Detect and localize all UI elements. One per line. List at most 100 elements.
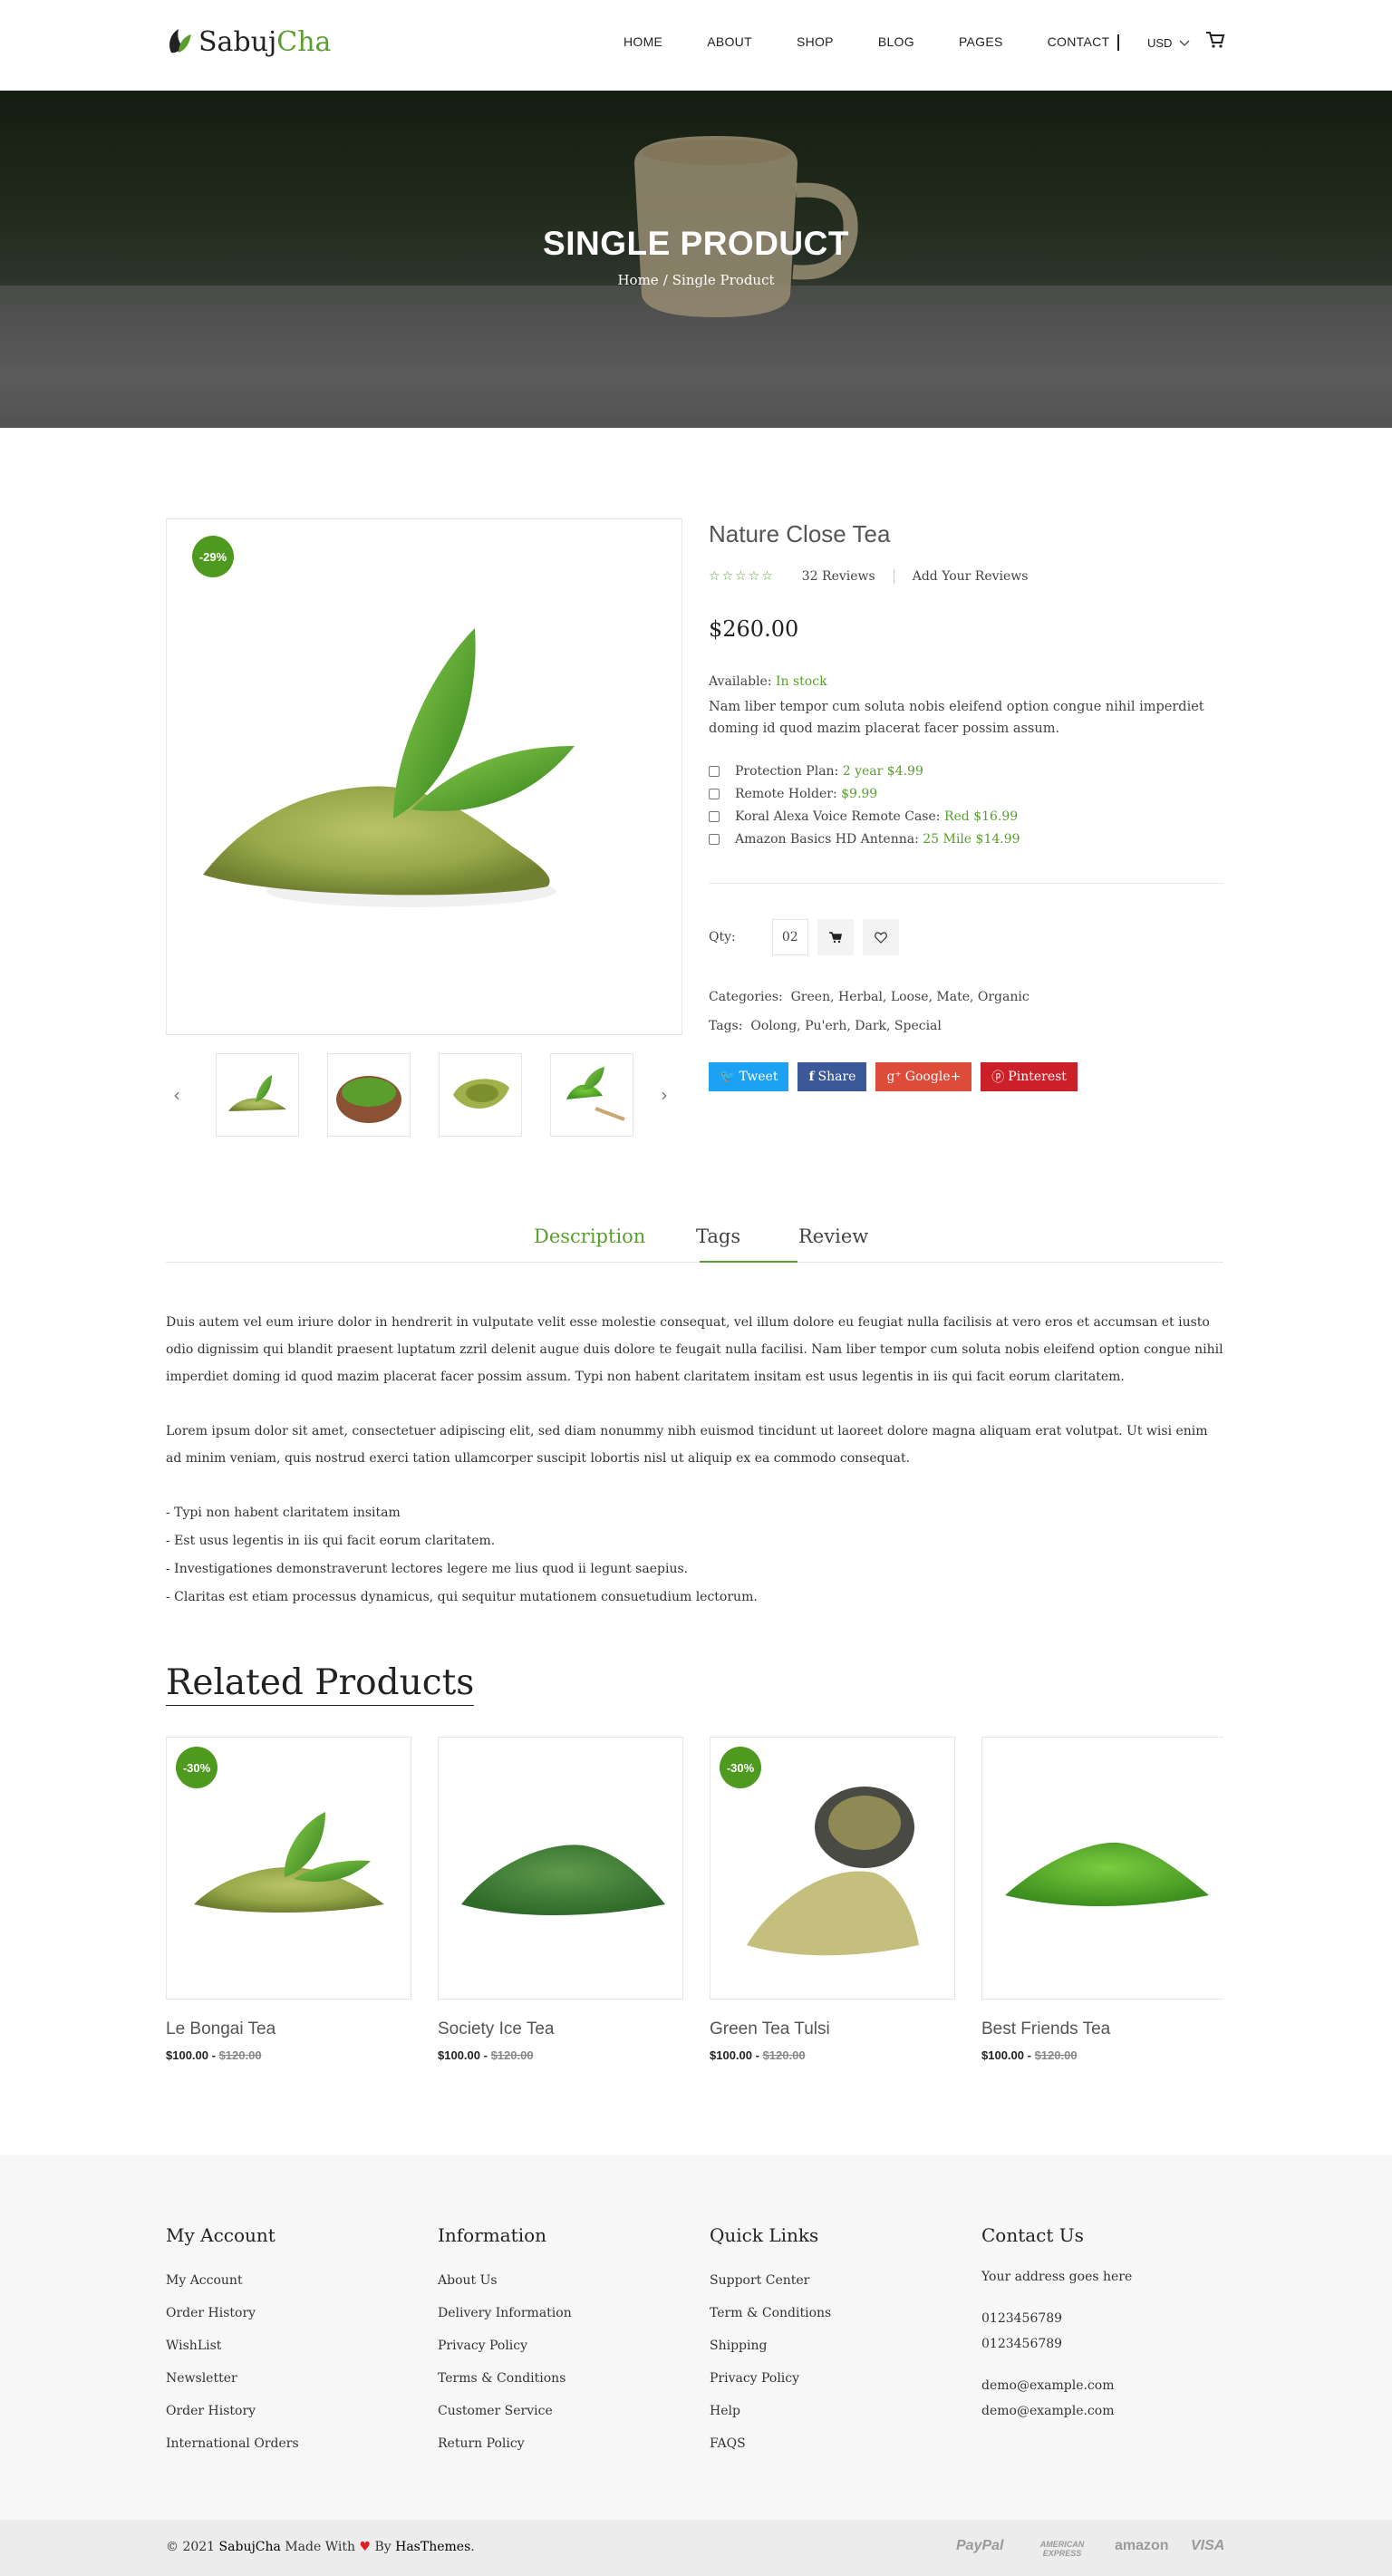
- footer-link[interactable]: Support Center: [710, 2264, 963, 2297]
- tags-links[interactable]: Oolong, Pu'erh, Dark, Special: [750, 1019, 942, 1033]
- description-panel: Duis autem vel eum iriure dolor in hendr…: [166, 1309, 1223, 1612]
- footer-link[interactable]: Newsletter: [166, 2362, 420, 2395]
- product-main-image[interactable]: -29%: [166, 518, 682, 1035]
- tab-description[interactable]: Description: [534, 1225, 645, 1247]
- nav-about[interactable]: ABOUT: [707, 34, 752, 49]
- option-remote-holder[interactable]: Remote Holder: $9.99: [709, 782, 1020, 805]
- product-card[interactable]: -30% Green Tea Tulsi $100.00 - $120.00: [710, 1737, 955, 2062]
- thumbnail-4[interactable]: [550, 1053, 633, 1137]
- contact-email[interactable]: demo@example.com: [981, 2398, 1235, 2424]
- footer-link[interactable]: WishList: [166, 2329, 420, 2362]
- option-protection-plan[interactable]: Protection Plan: 2 year $4.99: [709, 760, 1020, 782]
- footer-link[interactable]: FAQS: [710, 2427, 963, 2460]
- list-item: - Typi non habent claritatem insitam: [166, 1506, 401, 1520]
- copyright-brand-link[interactable]: SabujCha: [219, 2540, 281, 2554]
- checkbox[interactable]: [709, 765, 720, 777]
- availability-label: Available:: [709, 674, 772, 689]
- checkbox[interactable]: [709, 788, 720, 799]
- contact-phone: 0123456789: [981, 2337, 1063, 2351]
- categories-links[interactable]: Green, Herbal, Loose, Mate, Organic: [791, 990, 1030, 1004]
- cart-button[interactable]: [1205, 31, 1225, 53]
- product-info: Nature Close Tea ☆☆☆☆☆ 32 Reviews Add Yo…: [709, 518, 1223, 1091]
- checkbox[interactable]: [709, 833, 720, 845]
- product-card-name[interactable]: Society Ice Tea: [438, 2019, 683, 2039]
- thumbnail-2[interactable]: [327, 1053, 411, 1137]
- footer-link[interactable]: International Orders: [166, 2427, 420, 2460]
- footer-link[interactable]: About Us: [438, 2264, 691, 2297]
- footer-link[interactable]: Privacy Policy: [438, 2329, 691, 2362]
- company-link[interactable]: HasThemes: [395, 2540, 470, 2554]
- product-card-price: $100.00 - $120.00: [438, 2048, 534, 2062]
- checkbox[interactable]: [709, 810, 720, 822]
- option-remote-case[interactable]: Koral Alexa Voice Remote Case: Red $16.9…: [709, 805, 1020, 828]
- tags: Tags: Oolong, Pu'erh, Dark, Special: [709, 1019, 942, 1033]
- contact-address: Your address goes here: [981, 2270, 1133, 2284]
- description-list: - Typi non habent claritatem insitam - E…: [166, 1499, 1223, 1612]
- nav-home[interactable]: HOME: [624, 34, 662, 49]
- amazon-icon: amazon: [1115, 2538, 1169, 2553]
- nav-shop[interactable]: SHOP: [797, 34, 834, 49]
- footer-col-information: Information About Us Delivery Informatio…: [438, 2224, 691, 2460]
- quantity-input[interactable]: 02: [771, 919, 808, 955]
- nav-blog[interactable]: BLOG: [878, 34, 914, 49]
- chevron-right-icon[interactable]: ›: [661, 1084, 668, 1106]
- wishlist-button[interactable]: [862, 919, 899, 955]
- footer-link[interactable]: Order History: [166, 2297, 420, 2329]
- tab-tags[interactable]: Tags: [696, 1225, 740, 1247]
- currency-selector[interactable]: USD: [1147, 36, 1190, 50]
- footer-col-contact: Contact Us Your address goes here 012345…: [981, 2224, 1235, 2424]
- product-card-image[interactable]: -30%: [166, 1737, 411, 2000]
- product-options: Protection Plan: 2 year $4.99 Remote Hol…: [709, 760, 1020, 850]
- product-card[interactable]: Society Ice Tea $100.00 - $120.00: [438, 1737, 683, 2062]
- google-plus-button[interactable]: g⁺ Google+: [875, 1062, 972, 1091]
- pinterest-button[interactable]: ⓟ Pinterest: [981, 1062, 1078, 1091]
- divider: [709, 883, 1223, 884]
- heart-icon: ♥: [359, 2540, 372, 2554]
- product-card-image[interactable]: [438, 1737, 683, 2000]
- footer-link[interactable]: Terms & Conditions: [438, 2362, 691, 2395]
- tab-review[interactable]: Review: [798, 1225, 868, 1247]
- footer-link[interactable]: Return Policy: [438, 2427, 691, 2460]
- nav-pages[interactable]: PAGES: [959, 34, 1003, 49]
- tweet-button[interactable]: 🐦 Tweet: [709, 1062, 789, 1091]
- rating-row: ☆☆☆☆☆ 32 Reviews Add Your Reviews: [709, 569, 1028, 584]
- description-paragraph-2: Lorem ipsum dolor sit amet, consectetuer…: [166, 1424, 1208, 1466]
- footer-link[interactable]: Help: [710, 2395, 963, 2427]
- product-card-price: $100.00 - $120.00: [981, 2048, 1078, 2062]
- footer-link[interactable]: Delivery Information: [438, 2297, 691, 2329]
- product-card-name[interactable]: Best Friends Tea: [981, 2019, 1223, 2039]
- add-review-link[interactable]: Add Your Reviews: [913, 569, 1029, 584]
- product-card[interactable]: -30% Le Bongai Tea $100.00 - $120.00: [166, 1737, 411, 2062]
- footer-link[interactable]: Customer Service: [438, 2395, 691, 2427]
- thumbnail-1[interactable]: [216, 1053, 299, 1137]
- pinterest-icon: ⓟ: [991, 1070, 1005, 1085]
- footer-link[interactable]: My Account: [166, 2264, 420, 2297]
- product-card-name[interactable]: Green Tea Tulsi: [710, 2019, 955, 2039]
- categories-label: Categories:: [709, 990, 783, 1004]
- reviews-count[interactable]: 32 Reviews: [802, 569, 875, 584]
- main-nav: HOME ABOUT SHOP BLOG PAGES CONTACT: [624, 34, 1154, 49]
- logo[interactable]: SabujCha: [166, 25, 331, 58]
- footer-link[interactable]: Privacy Policy: [710, 2362, 963, 2395]
- product-card-image[interactable]: [981, 1737, 1223, 2000]
- footer-link[interactable]: Shipping: [710, 2329, 963, 2362]
- quantity-row: Qty: 02: [709, 919, 899, 955]
- product-card-name[interactable]: Le Bongai Tea: [166, 2019, 411, 2039]
- contact-email[interactable]: demo@example.com: [981, 2373, 1235, 2398]
- footer-heading: Contact Us: [981, 2224, 1084, 2246]
- chevron-left-icon[interactable]: ‹: [173, 1084, 180, 1106]
- breadcrumb-separator: /: [662, 272, 668, 288]
- active-tab-indicator: [700, 1261, 798, 1263]
- logo-icon: [169, 29, 191, 53]
- footer-link[interactable]: Term & Conditions: [710, 2297, 963, 2329]
- add-to-cart-button[interactable]: [817, 919, 854, 955]
- product-card-image[interactable]: -30%: [710, 1737, 955, 2000]
- nav-contact[interactable]: CONTACT: [1048, 34, 1110, 49]
- option-hd-antenna[interactable]: Amazon Basics HD Antenna: 25 Mile $14.99: [709, 828, 1020, 850]
- product-card[interactable]: Best Friends Tea $100.00 - $120.00: [981, 1737, 1223, 2062]
- footer-link[interactable]: Order History: [166, 2395, 420, 2427]
- breadcrumb-home[interactable]: Home: [617, 272, 658, 288]
- contact-phone: 0123456789: [981, 2311, 1063, 2326]
- facebook-share-button[interactable]: f Share: [798, 1062, 867, 1091]
- thumbnail-3[interactable]: [439, 1053, 522, 1137]
